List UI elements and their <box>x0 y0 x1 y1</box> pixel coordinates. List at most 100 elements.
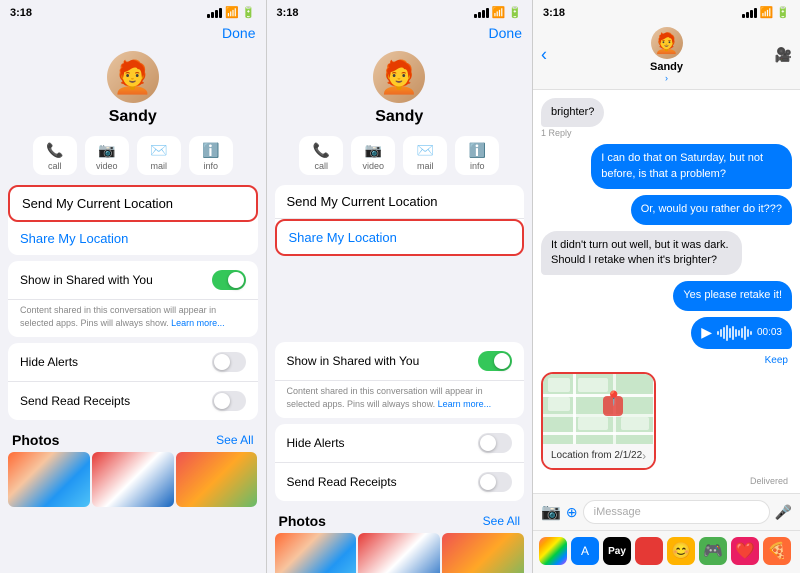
send-current-location-2[interactable]: Send My Current Location <box>275 185 525 219</box>
see-all-2[interactable]: See All <box>483 514 520 528</box>
call-icon: 📞 <box>46 142 63 159</box>
msg-bubble-2: I can do that on Saturday, but not befor… <box>591 144 792 189</box>
learn-more-link-2[interactable]: Learn more... <box>438 399 492 409</box>
msg-row-voice: ▶ 00:03 <box>541 317 792 349</box>
toggle-knob <box>228 272 244 288</box>
signal-icon-2 <box>474 8 489 18</box>
time-1: 3:18 <box>10 7 32 19</box>
share-my-location-1[interactable]: Share My Location <box>8 222 258 255</box>
send-current-location-1[interactable]: Send My Current Location <box>8 185 258 222</box>
msg-row-3: Or, would you rather do it??? <box>541 195 792 224</box>
show-shared-toggle-2[interactable] <box>478 351 512 371</box>
last-dock-icon[interactable]: 🍕 <box>763 537 791 565</box>
contact-header-1: 🧑‍🦰 Sandy <box>0 45 266 136</box>
hide-alerts-row-1: Hide Alerts <box>8 343 258 382</box>
photo-thumb-6[interactable] <box>442 533 524 573</box>
avatar-emoji-2: 🧑‍🦰 <box>379 61 419 93</box>
status-bar-2: 3:18 📶 🔋 <box>267 0 533 21</box>
voice-message[interactable]: ▶ 00:03 <box>691 317 792 349</box>
info-icon-2: ℹ️ <box>469 142 486 159</box>
messages-header: ‹ 🧑‍🦰 Sandy › 🎥 <box>533 21 800 90</box>
msg-status-bar: 3:18 📶 🔋 <box>533 0 800 21</box>
camera-icon[interactable]: 📷 <box>541 502 561 522</box>
video-label-2: video <box>362 161 384 171</box>
photo-thumb-3[interactable] <box>176 452 258 507</box>
contact-name-1: Sandy <box>109 108 157 126</box>
show-shared-toggle-1[interactable] <box>212 270 246 290</box>
mail-button-1[interactable]: ✉️ mail <box>137 136 181 175</box>
map-block-4 <box>578 417 608 430</box>
road-v3 <box>653 374 654 444</box>
info-label-2: info <box>470 161 485 171</box>
hide-alerts-toggle-2[interactable] <box>478 433 512 453</box>
photo-thumb-1[interactable] <box>8 452 90 507</box>
toggle-knob-4 <box>494 353 510 369</box>
location-card[interactable]: 📍 Location from 2/1/22 › <box>541 372 656 470</box>
photos-grid-2 <box>267 533 533 573</box>
alerts-section-1: Hide Alerts Send Read Receipts <box>8 343 258 420</box>
shared-note-1: Content shared in this conversation will… <box>8 300 258 337</box>
photo-thumb-4[interactable] <box>275 533 357 573</box>
video-call-button[interactable]: 🎥 <box>775 47 792 64</box>
info-label: info <box>203 161 218 171</box>
emoji-icon-2[interactable]: 🎮 <box>699 537 727 565</box>
location-card-footer: Location from 2/1/22 › <box>543 444 654 468</box>
show-shared-row-1: Show in Shared with You <box>8 261 258 300</box>
toggle-knob-5 <box>480 435 496 451</box>
see-all-1[interactable]: See All <box>216 433 253 447</box>
messages-list: brighter? 1 Reply I can do that on Satur… <box>533 90 800 493</box>
done-button-1[interactable]: Done <box>0 21 266 45</box>
emoji-icon-3[interactable]: ❤️ <box>731 537 759 565</box>
photos-header-2: Photos See All <box>267 507 533 533</box>
alerts-section-2: Hide Alerts Send Read Receipts <box>275 424 525 501</box>
action-row-1: 📞 call 📷 video ✉️ mail ℹ️ info <box>0 136 266 185</box>
info-button-1[interactable]: ℹ️ info <box>189 136 233 175</box>
red-circle-icon[interactable] <box>635 537 663 565</box>
msg-row-location: 📍 Location from 2/1/22 › <box>541 372 792 470</box>
waveform <box>717 324 752 342</box>
msg-contact-sub[interactable]: › <box>665 73 668 83</box>
photos-dock-icon[interactable] <box>539 537 567 565</box>
status-icons-2: 📶 🔋 <box>474 6 522 19</box>
learn-more-link[interactable]: Learn more... <box>171 318 225 328</box>
photo-thumb-5[interactable] <box>358 533 440 573</box>
call-button-2[interactable]: 📞 call <box>299 136 343 175</box>
call-button-1[interactable]: 📞 call <box>33 136 77 175</box>
play-icon[interactable]: ▶ <box>701 324 712 341</box>
avatar-2: 🧑‍🦰 <box>373 51 425 103</box>
keep-label[interactable]: Keep <box>541 355 788 366</box>
photos-title-2: Photos <box>279 513 326 529</box>
msg-battery-icon: 🔋 <box>776 6 790 19</box>
hide-alerts-toggle-1[interactable] <box>212 352 246 372</box>
video-icon: 📷 <box>98 142 115 159</box>
hide-alerts-label-2: Hide Alerts <box>287 436 345 450</box>
apps-icon[interactable]: ⊕ <box>566 504 578 521</box>
map-preview: 📍 <box>543 374 654 444</box>
video-button-1[interactable]: 📷 video <box>85 136 129 175</box>
reply-note-1[interactable]: 1 Reply <box>541 128 572 138</box>
video-button-2[interactable]: 📷 video <box>351 136 395 175</box>
mail-button-2[interactable]: ✉️ mail <box>403 136 447 175</box>
read-receipts-toggle-2[interactable] <box>478 472 512 492</box>
read-receipts-toggle-1[interactable] <box>212 391 246 411</box>
back-button[interactable]: ‹ <box>541 45 547 66</box>
message-input[interactable]: iMessage <box>583 500 770 524</box>
read-receipts-row-1: Send Read Receipts <box>8 382 258 420</box>
msg-avatar: 🧑‍🦰 <box>651 27 683 59</box>
mail-label-2: mail <box>417 161 434 171</box>
share-my-location-2[interactable]: Share My Location <box>275 219 525 256</box>
info-button-2[interactable]: ℹ️ info <box>455 136 499 175</box>
emoji-icon-1[interactable]: 😊 <box>667 537 695 565</box>
mail-icon-2: ✉️ <box>417 142 434 159</box>
photo-thumb-2[interactable] <box>92 452 174 507</box>
done-button-2[interactable]: Done <box>267 21 533 45</box>
read-receipts-row-2: Send Read Receipts <box>275 463 525 501</box>
appstore-dock-icon[interactable]: A <box>571 537 599 565</box>
video-label: video <box>96 161 118 171</box>
toggle-knob-3 <box>214 393 230 409</box>
messages-panel: 3:18 📶 🔋 ‹ 🧑‍🦰 Sandy › 🎥 brighter? 1 Rep… <box>533 0 800 573</box>
mic-icon[interactable]: 🎤 <box>775 504 792 521</box>
applepay-dock-icon[interactable]: Pay <box>603 537 631 565</box>
map-block-1 <box>548 378 570 392</box>
msg-row-4: It didn't turn out well, but it was dark… <box>541 231 792 276</box>
